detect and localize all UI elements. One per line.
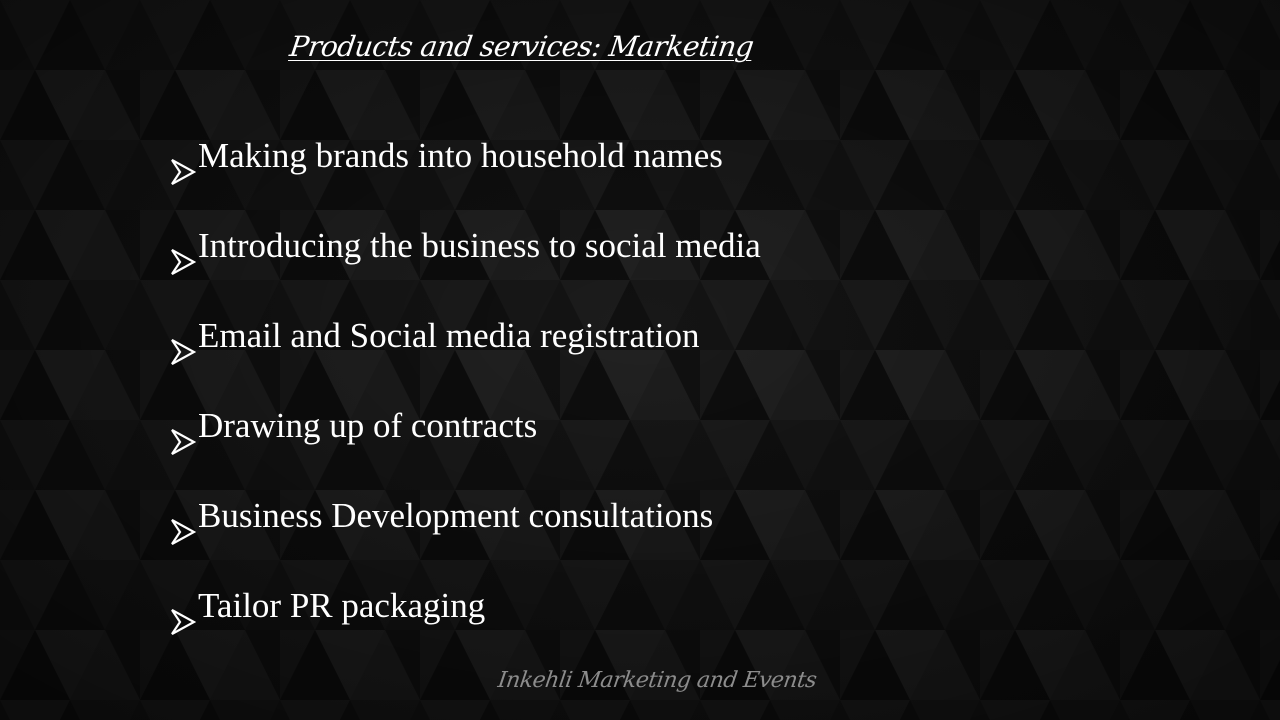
arrowhead-bullet-icon (170, 514, 198, 550)
slide-footer: Inkehli Marketing and Events (496, 668, 819, 693)
arrowhead-bullet-icon (170, 244, 198, 280)
arrowhead-bullet-icon (170, 154, 198, 190)
bullet-text: Tailor PR packaging (198, 586, 486, 625)
arrowhead-bullet-icon (170, 334, 198, 370)
arrowhead-bullet-icon (170, 604, 198, 640)
bullet-item: Email and Social media registration (170, 307, 761, 397)
bullet-text: Making brands into household names (198, 136, 723, 175)
bullet-text: Business Development consultations (198, 496, 714, 535)
bullet-text: Introducing the business to social media (198, 226, 761, 265)
bullet-list: Making brands into household names Intro… (170, 127, 761, 667)
arrowhead-bullet-icon (170, 424, 198, 460)
bullet-item: Introducing the business to social media (170, 217, 761, 307)
bullet-text: Email and Social media registration (198, 316, 700, 355)
bullet-text: Drawing up of contracts (198, 406, 538, 445)
slide-title: Products and services: Marketing (287, 30, 756, 63)
bullet-item: Business Development consultations (170, 487, 761, 577)
bullet-item: Tailor PR packaging (170, 577, 761, 667)
slide: Products and services: Marketing Making … (0, 0, 1280, 720)
bullet-item: Drawing up of contracts (170, 397, 761, 487)
bullet-item: Making brands into household names (170, 127, 761, 217)
